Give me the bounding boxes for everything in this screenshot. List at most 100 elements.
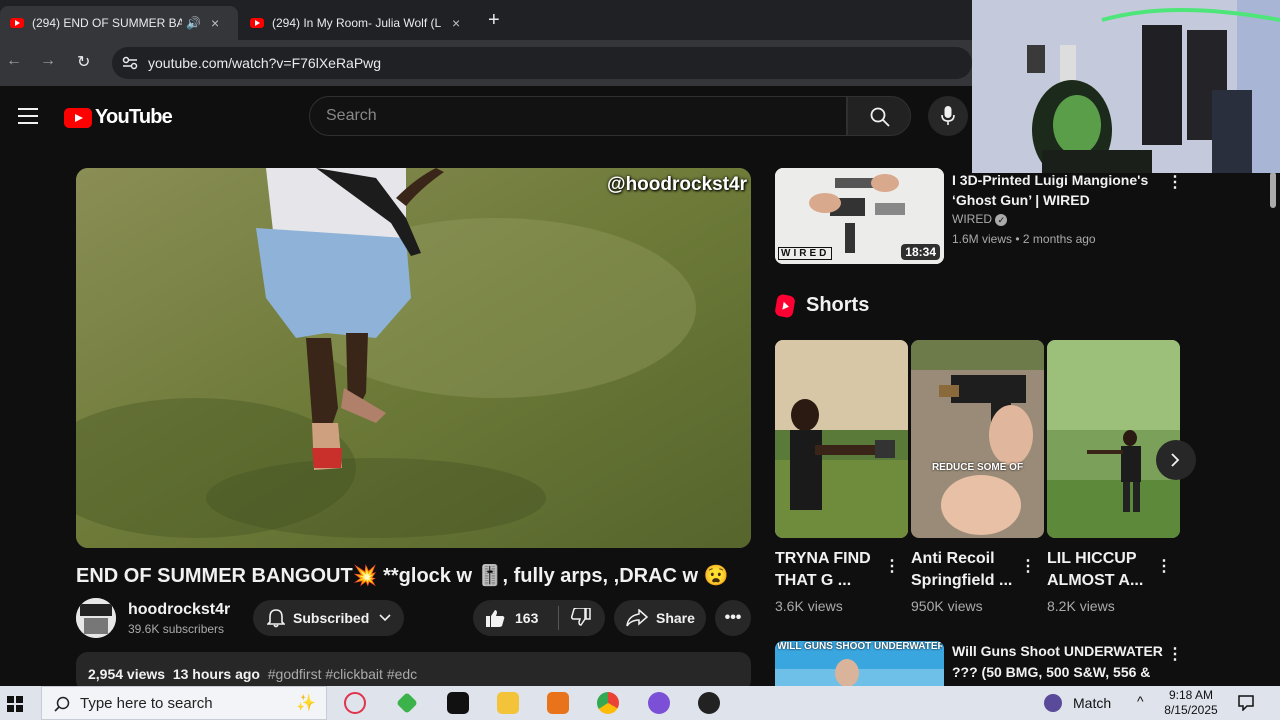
youtube-favicon-icon [250, 18, 264, 28]
tab-title: (294) In My Room- Julia Wolf (L [272, 16, 442, 30]
more-actions-button[interactable]: ••• [715, 600, 751, 636]
chrome-icon[interactable] [597, 692, 619, 714]
video-watermark: @hoodrockst4r [607, 174, 747, 195]
subscriber-count: 39.6K subscribers [128, 622, 225, 636]
search-button[interactable] [847, 96, 911, 136]
windows-taskbar: Type here to search ✨ Match ^ 9:18 AM 8/… [0, 686, 1280, 720]
video-frame [76, 168, 751, 548]
video-player[interactable]: @hoodrockst4r [76, 168, 751, 548]
recommendation-thumbnail[interactable]: WIRED 18:34 [775, 168, 944, 264]
short-title[interactable]: Anti Recoil Springfield ... [911, 548, 1021, 592]
chevron-right-icon [1171, 453, 1180, 467]
tab-current[interactable]: (294) END OF SUMMER BA 🔊 × [0, 6, 238, 40]
more-vertical-icon[interactable]: ⋮ [1020, 556, 1036, 576]
share-button[interactable]: Share [614, 600, 706, 636]
forward-icon[interactable]: → [40, 52, 56, 70]
file-explorer-icon[interactable] [497, 692, 519, 714]
shorts-next-button[interactable] [1156, 440, 1196, 480]
search-icon [870, 107, 890, 127]
url-field[interactable]: youtube.com/watch?v=F76lXeRaPwg [112, 47, 972, 79]
menu-icon[interactable] [18, 108, 38, 124]
recommendation-thumbnail[interactable]: WILL GUNS SHOOT UNDERWATER? [775, 641, 944, 686]
short-thumbnail [911, 340, 1044, 538]
speaker-icon[interactable]: 🔊 [186, 16, 201, 30]
capcut-icon[interactable] [447, 692, 469, 714]
video-title: END OF SUMMER BANGOUT💥 **glock w 🎚️, ful… [76, 565, 729, 587]
like-button[interactable]: 163 [473, 606, 559, 630]
notification-icon[interactable] [1238, 695, 1254, 711]
channel-avatar[interactable] [76, 598, 116, 638]
tab-title: (294) END OF SUMMER BA [32, 16, 182, 30]
recommendation-channel[interactable]: WIRED ✓ [952, 212, 1008, 226]
fl-studio-icon[interactable] [547, 692, 569, 714]
scrollbar-thumb[interactable] [1270, 172, 1276, 208]
obs-icon[interactable] [698, 692, 720, 714]
shorts-section-header: Shorts [774, 293, 869, 318]
hood-logo-icon [76, 598, 116, 638]
search-icon [54, 696, 70, 712]
thumbs-down-icon [570, 606, 591, 626]
site-info-icon[interactable] [122, 56, 138, 70]
youtube-logo[interactable]: YouTube [64, 106, 173, 129]
short-views: 3.6K views [775, 598, 843, 614]
opera-icon[interactable] [344, 692, 366, 714]
voice-search-button[interactable] [928, 96, 968, 136]
youtube-play-icon [64, 107, 92, 128]
short-thumbnail [1047, 340, 1180, 538]
chevron-up-icon[interactable]: ^ [1137, 693, 1144, 709]
short-thumbnail [775, 340, 908, 538]
video-duration: 18:34 [901, 244, 940, 260]
recommendation-meta: 1.6M views • 2 months ago [952, 232, 1096, 246]
bell-icon [267, 609, 285, 628]
chevron-down-icon [379, 614, 391, 622]
dislike-button[interactable] [559, 606, 591, 629]
shorts-logo-icon [774, 293, 796, 318]
short-overlay-text: REDUCE SOME OF [931, 462, 1024, 473]
search-input[interactable]: Search [309, 96, 847, 136]
url-text: youtube.com/watch?v=F76lXeRaPwg [148, 55, 382, 71]
thumbnail-brand: WIRED [778, 247, 833, 260]
tab-second[interactable]: (294) In My Room- Julia Wolf (L × [240, 6, 476, 40]
hashtags[interactable]: #godfirst #clickbait #edc [268, 666, 417, 682]
sparkle-icon: ✨ [296, 695, 316, 712]
thumbs-up-icon [486, 610, 505, 627]
discord-icon[interactable] [648, 692, 670, 714]
short-views: 950K views [911, 598, 983, 614]
short-title[interactable]: TRYNA FIND THAT G ... [775, 548, 885, 592]
short-card[interactable] [775, 340, 908, 538]
view-count: 2,954 views [88, 666, 166, 682]
webcam-image [972, 0, 1280, 173]
recommendation-title[interactable]: I 3D-Printed Luigi Mangione's ‘Ghost Gun… [952, 170, 1164, 210]
verified-icon: ✓ [995, 214, 1008, 226]
short-card[interactable]: REDUCE SOME OF [911, 340, 1044, 538]
windows-start-icon[interactable] [7, 696, 23, 712]
weather-text[interactable]: Match [1073, 695, 1111, 711]
short-title[interactable]: LIL HICCUP ALMOST A... [1047, 548, 1157, 592]
close-tab-icon[interactable]: × [452, 15, 460, 31]
more-horizontal-icon: ••• [724, 609, 742, 626]
app-green-icon[interactable] [396, 692, 418, 714]
more-vertical-icon[interactable]: ⋮ [1156, 556, 1172, 576]
channel-name[interactable]: hoodrockst4r [128, 601, 230, 619]
short-card[interactable] [1047, 340, 1180, 538]
page-scrollbar[interactable] [1266, 172, 1280, 684]
share-arrow-icon [626, 609, 648, 627]
microphone-icon [941, 106, 955, 125]
upload-time: 13 hours ago [172, 666, 260, 682]
more-vertical-icon[interactable]: ⋮ [884, 556, 900, 576]
close-tab-icon[interactable]: × [211, 15, 219, 31]
short-views: 8.2K views [1047, 598, 1115, 614]
youtube-favicon-icon [10, 18, 24, 28]
more-vertical-icon[interactable]: ⋮ [1167, 172, 1183, 192]
new-tab-button[interactable]: + [488, 9, 500, 32]
reload-icon[interactable]: ↻ [77, 52, 90, 72]
subscribe-button[interactable]: Subscribed [253, 600, 404, 636]
taskbar-search-input[interactable]: Type here to search ✨ [41, 686, 327, 720]
weather-icon[interactable] [1044, 694, 1062, 712]
more-vertical-icon[interactable]: ⋮ [1167, 644, 1183, 664]
like-dislike-group: 163 [473, 600, 605, 636]
back-icon[interactable]: ← [6, 52, 22, 70]
thumbnail-text: WILL GUNS SHOOT UNDERWATER? [777, 641, 942, 652]
system-clock[interactable]: 9:18 AM 8/15/2025 [1156, 688, 1226, 718]
webcam-overlay [972, 0, 1280, 173]
